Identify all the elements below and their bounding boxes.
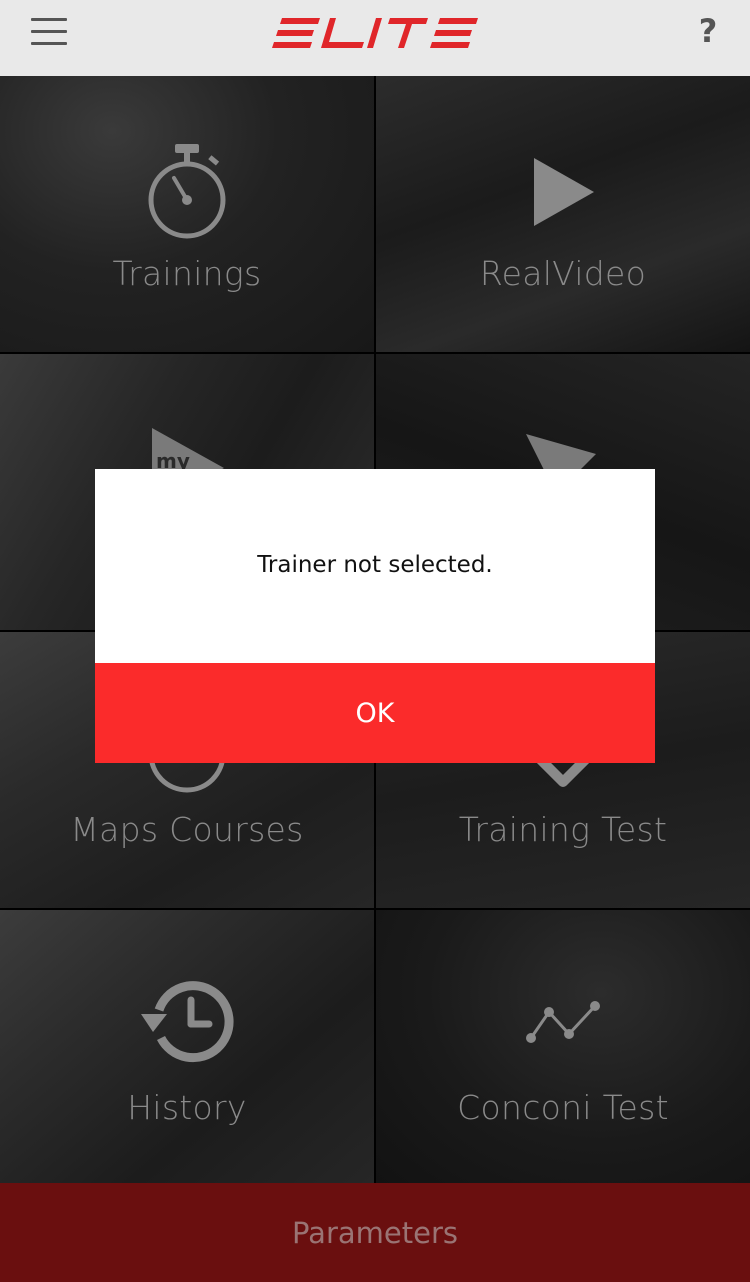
parameters-button[interactable]: Parameters [0,1183,750,1282]
tile-history[interactable]: History [0,910,374,1186]
tile-label: History [127,1088,247,1127]
ok-button[interactable]: OK [95,663,655,763]
tile-realvideo[interactable]: RealVideo [376,76,750,352]
play-icon [534,158,594,226]
dialog-message: Trainer not selected. [95,469,655,663]
hamburger-menu-icon[interactable] [31,18,67,46]
tile-trainings[interactable]: Trainings [0,76,374,352]
alert-dialog: Trainer not selected. OK [95,469,655,763]
tile-label: Trainings [112,254,262,293]
tile-label: Maps Courses [70,810,304,849]
tile-label: Training Test [458,810,668,849]
line-graph-icon [526,1001,600,1043]
tile-label: RealVideo [479,254,647,293]
elite-logo [272,18,478,48]
help-button[interactable]: ? [696,12,720,52]
history-clock-icon [141,981,234,1063]
stopwatch-icon [148,144,226,239]
tile-label: Conconi Test [457,1088,669,1127]
tile-conconi-test[interactable]: Conconi Test [376,910,750,1186]
tile-background [376,910,750,1186]
app-header: ? [0,0,750,76]
